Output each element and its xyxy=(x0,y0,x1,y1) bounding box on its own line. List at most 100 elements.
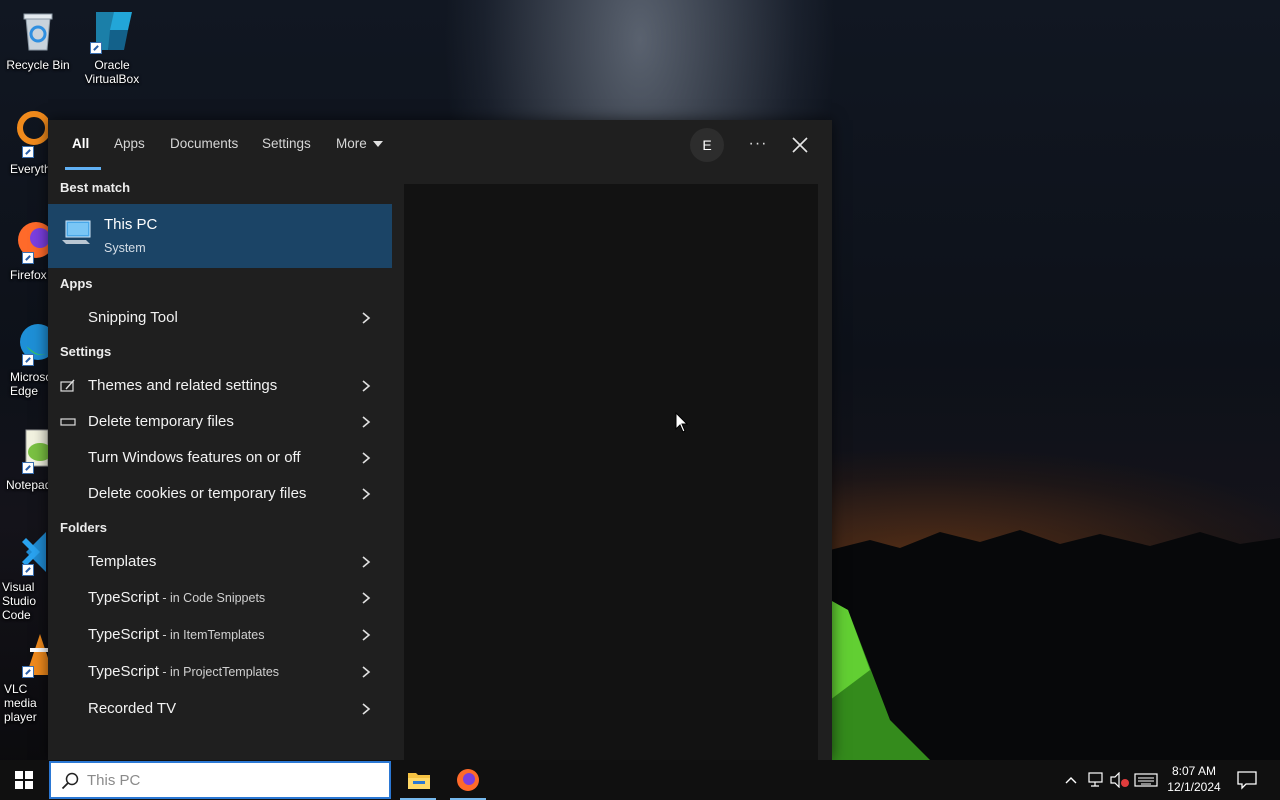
shortcut-arrow-icon xyxy=(22,354,34,366)
chevron-right-icon[interactable] xyxy=(360,379,372,393)
chevron-up-icon xyxy=(1065,777,1077,784)
best-match-this-pc[interactable]: This PC System xyxy=(48,204,392,268)
desktop-icon-virtualbox[interactable]: Oracle VirtualBox xyxy=(74,6,150,86)
list-item-themes-settings[interactable]: Themes and related settings xyxy=(48,369,392,403)
list-item-folder-recorded-tv[interactable]: Recorded TV xyxy=(48,692,392,726)
close-icon xyxy=(792,137,808,153)
folder-name: Recorded TV xyxy=(88,700,177,717)
action-center-button[interactable] xyxy=(1236,770,1258,790)
folder-location: - in ItemTemplates xyxy=(158,628,265,642)
paintbrush-icon xyxy=(60,379,75,392)
show-hidden-icons-button[interactable] xyxy=(1062,760,1080,800)
section-header-folders: Folders xyxy=(60,520,107,535)
chevron-right-icon[interactable] xyxy=(360,415,372,429)
tab-more[interactable]: More xyxy=(336,136,383,170)
list-item-label: TypeScript - in ProjectTemplates xyxy=(88,663,279,680)
mouse-cursor-icon xyxy=(675,412,689,433)
vscode-icon xyxy=(0,528,48,576)
search-scope-tabs: All Apps Documents Settings More E ··· xyxy=(48,120,832,172)
taskbar-file-explorer[interactable] xyxy=(394,760,442,800)
taskbar-firefox[interactable] xyxy=(444,760,492,800)
chevron-right-icon[interactable] xyxy=(360,702,372,716)
section-header-best-match: Best match xyxy=(60,180,131,195)
caret-down-icon xyxy=(372,141,383,148)
start-button[interactable] xyxy=(0,760,48,800)
mountain-silhouette xyxy=(830,530,1280,760)
desktop-icon-label: Oracle VirtualBox xyxy=(84,58,140,86)
touch-keyboard-button[interactable] xyxy=(1132,760,1160,800)
folder-name: TypeScript xyxy=(88,589,159,606)
list-item-delete-cookies[interactable]: Delete cookies or temporary files xyxy=(48,477,392,511)
network-status[interactable] xyxy=(1084,760,1106,800)
windows-logo-icon xyxy=(15,771,33,789)
active-tab-indicator xyxy=(65,167,101,170)
list-item-folder-typescript-project-templates[interactable]: TypeScript - in ProjectTemplates xyxy=(48,655,392,689)
shortcut-arrow-icon xyxy=(22,462,34,474)
shortcut-arrow-icon xyxy=(22,564,34,576)
shortcut-arrow-icon xyxy=(22,666,34,678)
folder-name: TypeScript xyxy=(88,663,159,680)
taskbar: 8:07 AM 12/1/2024 xyxy=(0,760,1280,800)
computer-icon xyxy=(62,220,91,244)
chevron-right-icon[interactable] xyxy=(360,665,372,679)
everything-search-icon xyxy=(0,110,51,158)
taskbar-clock[interactable]: 8:07 AM 12/1/2024 xyxy=(1160,763,1228,795)
close-button[interactable] xyxy=(788,132,812,158)
chevron-right-icon[interactable] xyxy=(360,451,372,465)
taskbar-search-box[interactable] xyxy=(49,761,391,799)
folder-location: - in Code Snippets xyxy=(158,591,266,605)
tab-settings[interactable]: Settings xyxy=(262,136,311,170)
tab-apps[interactable]: Apps xyxy=(114,136,145,170)
list-item-folder-typescript-item-templates[interactable]: TypeScript - in ItemTemplates xyxy=(48,618,392,652)
volume-muted-icon xyxy=(1110,772,1129,788)
list-item-snipping-tool[interactable]: Snipping Tool xyxy=(48,301,392,335)
folder-name: Templates xyxy=(88,553,157,570)
list-item-windows-features[interactable]: Turn Windows features on or off xyxy=(48,441,392,475)
section-header-apps: Apps xyxy=(60,276,93,291)
tab-all[interactable]: All xyxy=(72,136,89,170)
list-item-folder-typescript-code-snippets[interactable]: TypeScript - in Code Snippets xyxy=(48,581,392,615)
keyboard-icon xyxy=(1134,773,1158,787)
tab-more-label: More xyxy=(336,136,367,151)
chevron-right-icon[interactable] xyxy=(360,555,372,569)
list-item-delete-temp-files[interactable]: Delete temporary files xyxy=(48,405,392,439)
list-item-label: TypeScript - in Code Snippets xyxy=(88,589,265,606)
preview-pane xyxy=(404,184,818,760)
account-avatar[interactable]: E xyxy=(690,128,724,162)
tab-documents[interactable]: Documents xyxy=(170,136,238,170)
chevron-right-icon[interactable] xyxy=(360,487,372,501)
storage-drive-icon xyxy=(60,418,76,426)
section-header-settings: Settings xyxy=(60,344,112,359)
volume-control[interactable] xyxy=(1108,760,1130,800)
best-match-title: This PC xyxy=(104,216,158,233)
firefox-icon xyxy=(457,769,479,791)
vlc-cone-icon xyxy=(0,630,54,678)
notification-icon xyxy=(1237,771,1257,790)
shortcut-arrow-icon xyxy=(90,42,102,54)
clock-date: 12/1/2024 xyxy=(1167,780,1221,794)
search-icon xyxy=(61,772,79,790)
list-item-label: Templates xyxy=(88,553,156,570)
list-item-label: Delete temporary files xyxy=(88,413,234,430)
list-item-label: Snipping Tool xyxy=(88,309,178,326)
list-item-label: TypeScript - in ItemTemplates xyxy=(88,626,264,643)
firefox-icon xyxy=(0,216,54,264)
clock-time: 8:07 AM xyxy=(1171,764,1217,778)
folder-name: TypeScript xyxy=(88,626,159,643)
chevron-right-icon[interactable] xyxy=(360,628,372,642)
list-item-label: Themes and related settings xyxy=(88,377,278,394)
edge-icon xyxy=(0,318,56,366)
shortcut-arrow-icon xyxy=(22,252,34,264)
folder-location: - in ProjectTemplates xyxy=(158,665,280,679)
desktop-icon-label: Recycle Bin xyxy=(6,58,70,72)
more-options-button[interactable]: ··· xyxy=(746,130,770,160)
list-item-folder-templates[interactable]: Templates xyxy=(48,545,392,579)
desktop-icon-recycle-bin[interactable]: Recycle Bin xyxy=(0,6,76,72)
search-input[interactable] xyxy=(87,769,377,791)
chevron-right-icon[interactable] xyxy=(360,311,372,325)
list-item-label: Recorded TV xyxy=(88,700,176,717)
virtualbox-icon xyxy=(88,6,136,54)
chevron-right-icon[interactable] xyxy=(360,591,372,605)
list-item-label: Delete cookies or temporary files xyxy=(88,485,307,502)
folder-icon xyxy=(408,773,430,789)
